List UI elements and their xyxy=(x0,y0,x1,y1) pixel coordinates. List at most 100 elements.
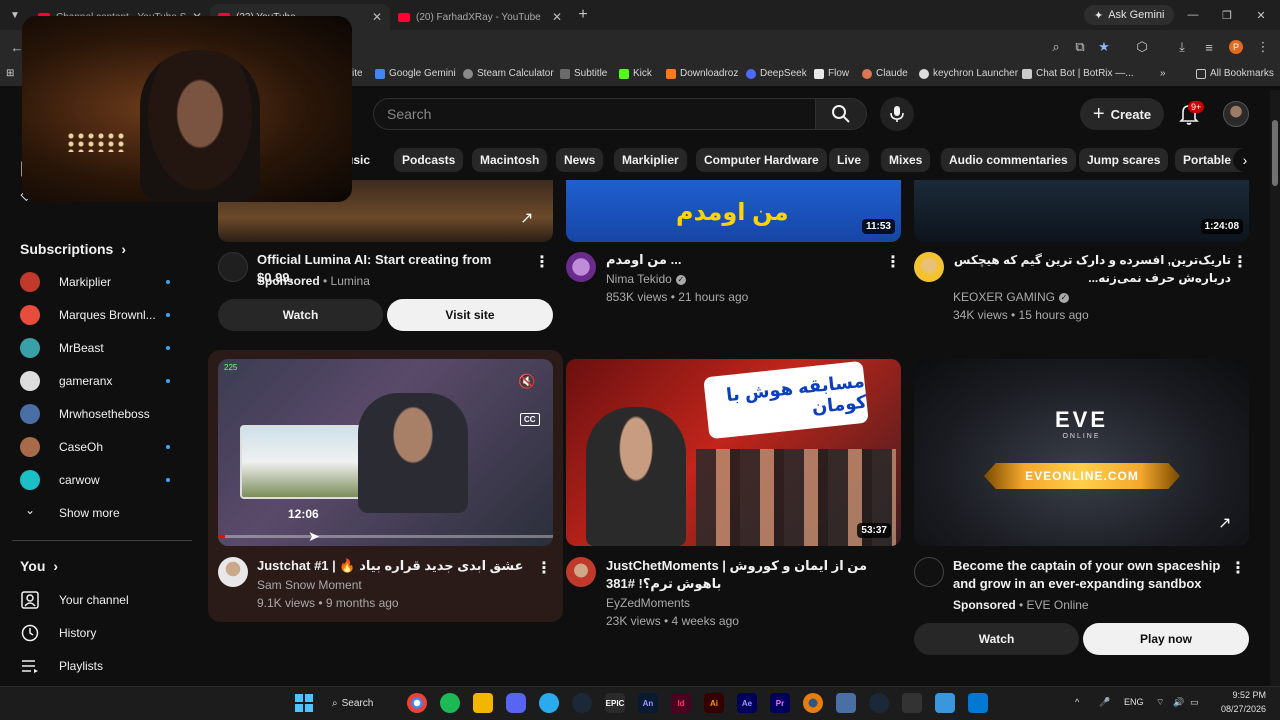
sidebar-item-history[interactable]: History xyxy=(20,621,96,645)
clock-time[interactable]: 9:52 PM xyxy=(1220,690,1266,700)
channel-avatar-lumina[interactable] xyxy=(218,252,248,282)
bookmark-item[interactable]: Kick xyxy=(619,68,652,79)
subscription-item[interactable]: MrBeast xyxy=(20,336,170,360)
steam-icon[interactable] xyxy=(572,693,592,713)
input-language[interactable]: ENG xyxy=(1124,697,1144,707)
bookmark-item[interactable]: DeepSeek xyxy=(746,68,807,79)
chip-scroll-right-icon[interactable]: › xyxy=(1233,148,1257,172)
extensions-icon[interactable]: ⬡ xyxy=(1131,36,1153,58)
subscription-item[interactable]: Mrwhosetheboss xyxy=(20,402,170,426)
subscription-item[interactable]: carwow xyxy=(20,468,170,492)
chip-audio-commentaries[interactable]: Audio commentaries xyxy=(941,148,1076,172)
wifi-icon[interactable]: ⌔ xyxy=(1156,697,1164,708)
more-options-icon[interactable]: ⋮ xyxy=(534,252,550,272)
indesign-icon[interactable]: Id xyxy=(671,693,691,713)
zoom-icon[interactable]: ⌕ xyxy=(1045,36,1067,58)
after-effects-icon[interactable]: Ae xyxy=(737,693,757,713)
more-options-icon[interactable]: ⋮ xyxy=(1232,252,1248,272)
channel-avatar-nima[interactable] xyxy=(566,252,596,282)
subscriptions-header[interactable]: Subscriptions › xyxy=(20,241,126,257)
bookmarks-overflow-icon[interactable]: » xyxy=(1160,68,1166,79)
show-more-button[interactable]: ⌄ Show more xyxy=(20,501,170,525)
video-channel[interactable]: EyZedMoments xyxy=(606,594,690,612)
epic-games-icon[interactable]: EPIC xyxy=(605,693,625,713)
ask-gemini-button[interactable]: ✦ Ask Gemini xyxy=(1084,5,1175,25)
bookmark-item[interactable]: Steam Calculator xyxy=(463,68,554,79)
snipping-tool-icon[interactable] xyxy=(968,693,988,713)
blender-icon[interactable] xyxy=(803,693,823,713)
voice-search-button[interactable] xyxy=(880,97,914,131)
chip-news[interactable]: News xyxy=(556,148,604,172)
search-button[interactable] xyxy=(815,98,867,130)
bookmark-item[interactable]: Subtitle xyxy=(560,68,607,79)
telegram-icon[interactable] xyxy=(539,693,559,713)
channel-avatar-eyzed[interactable] xyxy=(566,557,596,587)
microphone-tray-icon[interactable]: 🎤 xyxy=(1099,697,1110,708)
minimize-icon[interactable]: — xyxy=(1176,0,1210,30)
bookmark-item[interactable]: Downloadroz xyxy=(666,68,738,79)
subscription-item[interactable]: CaseOh xyxy=(20,435,170,459)
paint-icon[interactable] xyxy=(935,693,955,713)
channel-avatar-keoxer[interactable] xyxy=(914,252,944,282)
steam-second-icon[interactable] xyxy=(869,693,889,713)
tool-icon[interactable] xyxy=(902,693,922,713)
create-button[interactable]: + Create xyxy=(1080,98,1164,130)
bookmark-item[interactable]: Google Gemini xyxy=(375,68,456,79)
more-options-icon[interactable]: ⋮ xyxy=(1230,558,1246,578)
video-title[interactable]: من اومدم ... xyxy=(606,251,876,269)
video-title[interactable]: Justchat #1 | 🔥 عشق ابدی جدید قراره بیاد xyxy=(257,557,527,575)
search-input[interactable]: Search xyxy=(373,98,815,130)
chip-podcasts[interactable]: Podcasts xyxy=(394,148,464,172)
windows-start-icon[interactable] xyxy=(294,693,314,713)
more-options-icon[interactable]: ⋮ xyxy=(536,558,552,578)
watch-button[interactable]: Watch xyxy=(914,623,1079,655)
restore-icon[interactable]: ❐ xyxy=(1210,0,1244,30)
file-explorer-icon[interactable] xyxy=(473,693,493,713)
browser-profile-avatar[interactable]: P xyxy=(1229,40,1243,54)
chip-macintosh[interactable]: Macintosh xyxy=(472,148,548,172)
bookmark-item[interactable]: keychron Launcher xyxy=(919,68,1018,79)
battery-icon[interactable]: ▭ xyxy=(1190,697,1199,708)
chip-mixes[interactable]: Mixes xyxy=(881,148,931,172)
close-window-icon[interactable]: ✕ xyxy=(1244,0,1278,30)
app-icon[interactable] xyxy=(836,693,856,713)
channel-avatar-eve[interactable] xyxy=(914,557,944,587)
video-title[interactable]: JustChetMoments | من از ایمان و کوروش با… xyxy=(606,557,882,593)
cast-icon[interactable]: ⧉ xyxy=(1069,36,1091,58)
account-avatar[interactable] xyxy=(1223,101,1249,127)
bookmark-item[interactable]: Flow xyxy=(814,68,849,79)
browser-menu-icon[interactable]: ⋮ xyxy=(1252,36,1274,58)
video-thumbnail-eyzed[interactable]: مسابقه هوش با کومان 53:37 xyxy=(566,359,901,546)
chip-jump-scares[interactable]: Jump scares xyxy=(1079,148,1169,172)
video-title[interactable]: تاریک‌ترین, افسرده و دارک ترین گیم که هی… xyxy=(953,251,1231,287)
tray-overflow-icon[interactable]: ^ xyxy=(1075,697,1079,707)
clock-date[interactable]: 08/27/2026 xyxy=(1210,704,1266,714)
new-tab-button[interactable]: + xyxy=(570,6,596,24)
browser-tab-farhadxray[interactable]: (20) FarhadXRay - YouTube ✕ xyxy=(390,4,570,30)
taskbar-search-button[interactable]: ⌕ Search xyxy=(332,692,388,714)
premiere-icon[interactable]: Pr xyxy=(770,693,790,713)
bookmark-item[interactable]: Chat Bot | BotRix —... xyxy=(1022,68,1134,79)
chip-markiplier[interactable]: Markiplier xyxy=(614,148,687,172)
video-thumbnail-eve[interactable]: EVE ONLINE EVEONLINE.COM ↗ xyxy=(914,359,1249,546)
video-preview-justchat[interactable]: 225 12:06 🔇 CC xyxy=(218,359,553,546)
video-title[interactable]: Become the captain of your own spaceship… xyxy=(953,557,1231,593)
download-icon[interactable]: ⤓ xyxy=(1171,36,1193,58)
illustrator-icon[interactable]: Ai xyxy=(704,693,724,713)
you-header[interactable]: You › xyxy=(20,558,58,574)
page-scrollbar-thumb[interactable] xyxy=(1272,120,1278,186)
video-channel[interactable]: Sam Snow Moment xyxy=(257,576,362,594)
bookmark-item[interactable]: Claude xyxy=(862,68,908,79)
media-controls-icon[interactable]: ≡ xyxy=(1198,36,1220,58)
subscription-item[interactable]: Marques Brownl... xyxy=(20,303,170,327)
sidebar-item-your-channel[interactable]: Your channel xyxy=(20,588,129,612)
animate-icon[interactable]: An xyxy=(638,693,658,713)
more-options-icon[interactable]: ⋮ xyxy=(885,252,901,272)
visit-site-button[interactable]: Visit site xyxy=(387,299,553,331)
tab-close-icon[interactable]: ✕ xyxy=(372,10,382,24)
bookmark-item[interactable]: All Bookmarks xyxy=(1196,68,1274,79)
channel-avatar-sam-snow[interactable] xyxy=(218,557,248,587)
video-channel[interactable]: Nima Tekido ✓ xyxy=(606,270,686,288)
spotify-icon[interactable] xyxy=(440,693,460,713)
chip-live[interactable]: Live xyxy=(829,148,870,172)
